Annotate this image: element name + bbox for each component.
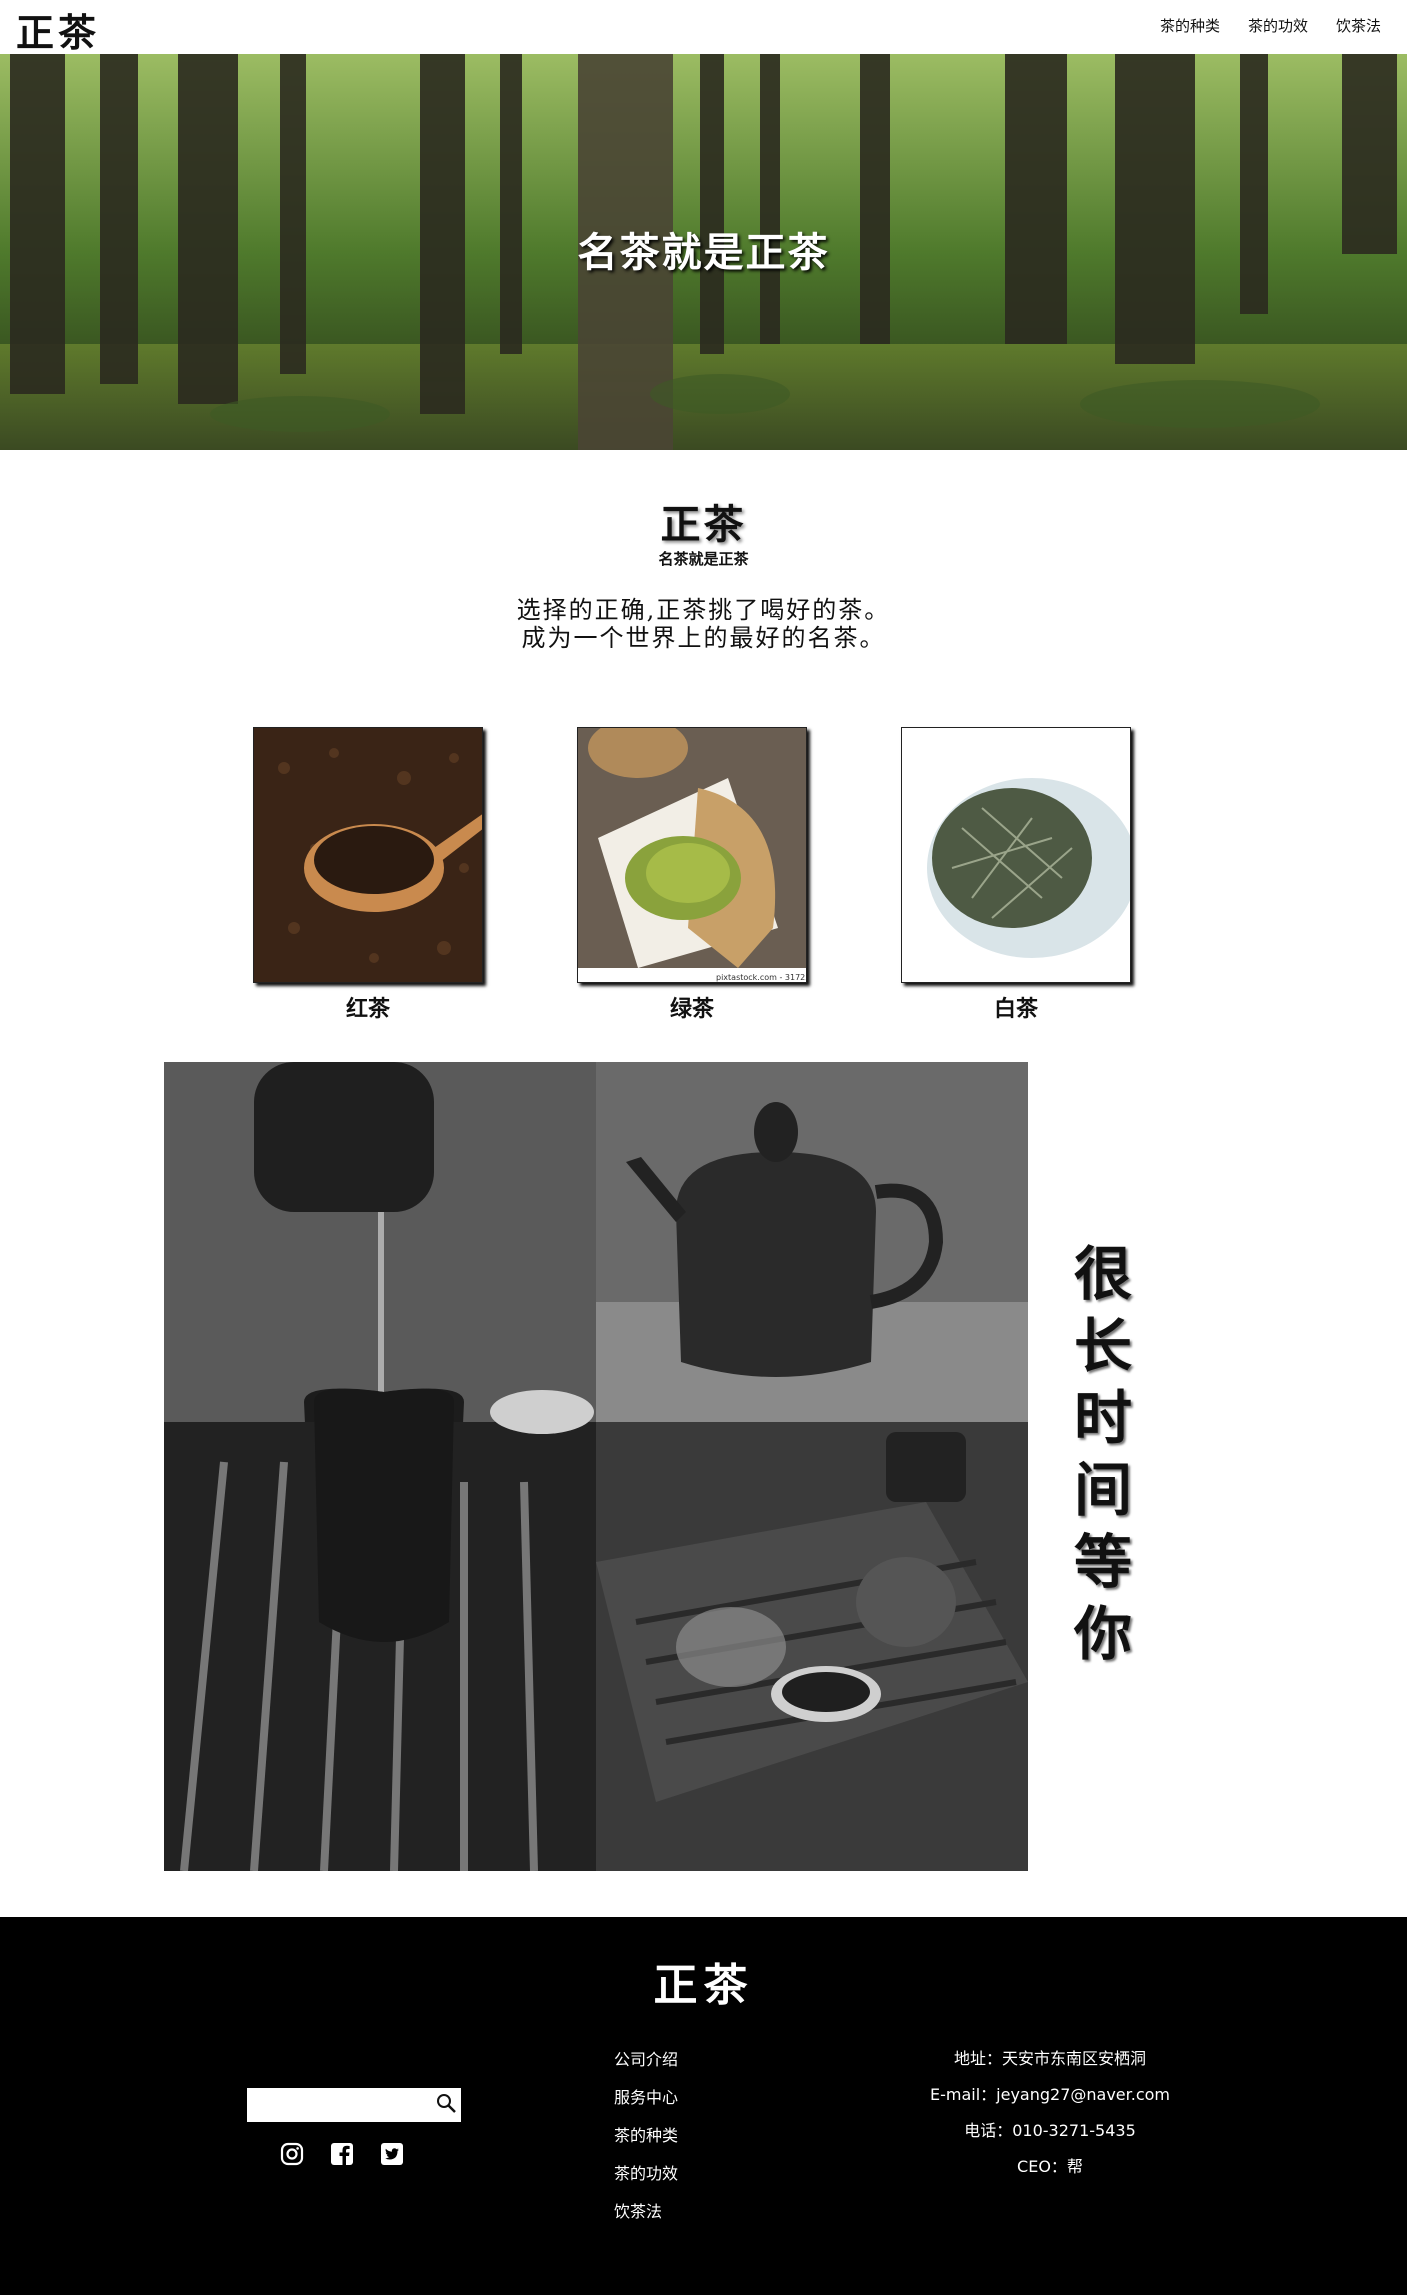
vertical-slogan: 很 长 时 间 等 你 [1068, 1238, 1138, 1670]
footer-contact-info: 地址：天安市东南区安栖洞 E-mail：jeyang27@naver.com 电… [930, 2041, 1170, 2185]
site-logo[interactable]: 正茶 [16, 2, 100, 57]
site-footer: 正茶 公司介绍 服务中心 茶的种类 茶的功效 饮茶法 地址：天安市东南区安栖洞 … [0, 1917, 1407, 2295]
footer-search-input[interactable] [247, 2088, 461, 2122]
slogan-char: 间 [1073, 1456, 1132, 1524]
tea-pouring-photo [164, 1062, 596, 1871]
footer-ceo: CEO：帮 [1017, 2157, 1083, 2176]
footer-links: 公司介绍 服务中心 茶的种类 茶的功效 饮茶法 [614, 2041, 678, 2231]
intro-line-1: 选择的正确,正茶挑了喝好的茶。 [516, 596, 891, 624]
intro-title: 正茶 [660, 501, 747, 548]
green-tea-image[interactable]: pixtastock.com - 31723426 [577, 727, 807, 983]
black-tea-image[interactable] [253, 727, 483, 983]
nav-tea-drinking[interactable]: 饮茶法 [1336, 15, 1381, 36]
tea-card-green[interactable]: pixtastock.com - 31723426 绿茶 [577, 727, 807, 1023]
social-links [280, 2142, 404, 2166]
hero-banner: 名茶就是正茶 [0, 54, 1407, 450]
black-tea-label: 红茶 [345, 996, 390, 1022]
tea-card-black[interactable]: 红茶 [253, 727, 483, 1023]
footer-link-company[interactable]: 公司介绍 [614, 2041, 678, 2079]
intro-text: 选择的正确,正茶挑了喝好的茶。 成为一个世界上的最好的名茶。 [0, 596, 1407, 652]
white-tea-image[interactable] [901, 727, 1131, 983]
search-icon[interactable] [435, 2092, 457, 2114]
slogan-char: 等 [1073, 1528, 1132, 1596]
photo-gallery [164, 1062, 1028, 1871]
footer-link-tea-benefits[interactable]: 茶的功效 [614, 2155, 678, 2193]
footer-link-service[interactable]: 服务中心 [614, 2079, 678, 2117]
footer-link-tea-types[interactable]: 茶的种类 [614, 2117, 678, 2155]
tea-set-photo [596, 1422, 1028, 1871]
white-tea-label: 白茶 [993, 996, 1038, 1022]
teapot-photo [596, 1062, 1028, 1422]
site-header: 正茶 茶的种类 茶的功效 饮茶法 [0, 0, 1407, 57]
footer-phone: 电话：010-3271-5435 [964, 2121, 1136, 2140]
image-watermark: pixtastock.com - 31723426 [716, 973, 807, 982]
slogan-char: 长 [1073, 1312, 1132, 1380]
facebook-icon[interactable] [330, 2142, 354, 2166]
main-nav: 茶的种类 茶的功效 饮茶法 [1160, 15, 1381, 36]
green-tea-label: 绿茶 [669, 996, 714, 1022]
hero-title: 名茶就是正茶 [577, 229, 830, 276]
footer-logo: 正茶 [653, 1960, 754, 2011]
intro-subtitle: 名茶就是正茶 [658, 550, 749, 568]
slogan-char: 你 [1073, 1600, 1132, 1668]
slogan-char: 很 [1073, 1240, 1132, 1308]
nav-tea-benefits[interactable]: 茶的功效 [1248, 15, 1308, 36]
footer-address: 地址：天安市东南区安栖洞 [953, 2049, 1146, 2068]
nav-tea-types[interactable]: 茶的种类 [1160, 15, 1220, 36]
tea-card-white[interactable]: 白茶 [901, 727, 1131, 1023]
slogan-char: 时 [1073, 1384, 1132, 1452]
intro-line-2: 成为一个世界上的最好的名茶。 [521, 624, 886, 652]
twitter-icon[interactable] [380, 2142, 404, 2166]
footer-link-tea-drinking[interactable]: 饮茶法 [614, 2193, 678, 2231]
footer-email: E-mail：jeyang27@naver.com [930, 2085, 1171, 2104]
instagram-icon[interactable] [280, 2142, 304, 2166]
